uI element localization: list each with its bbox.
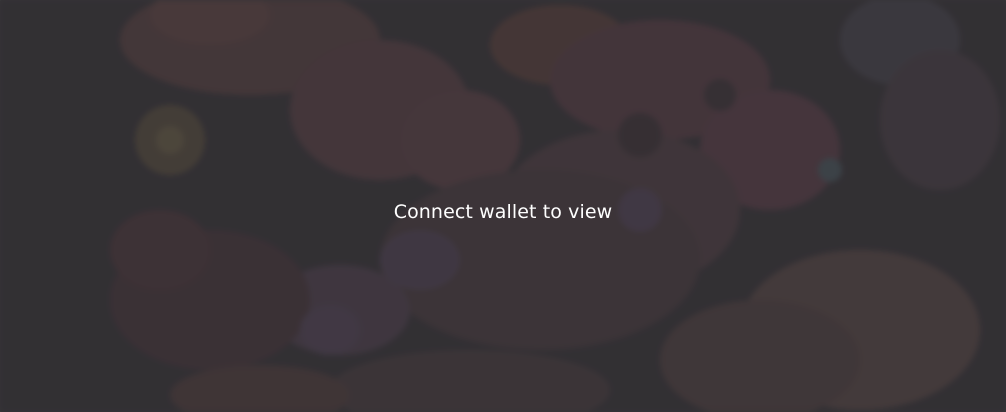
connect-wallet-message: Connect wallet to view: [393, 201, 613, 223]
wallet-gated-panel: Connect wallet to view: [0, 0, 1006, 412]
